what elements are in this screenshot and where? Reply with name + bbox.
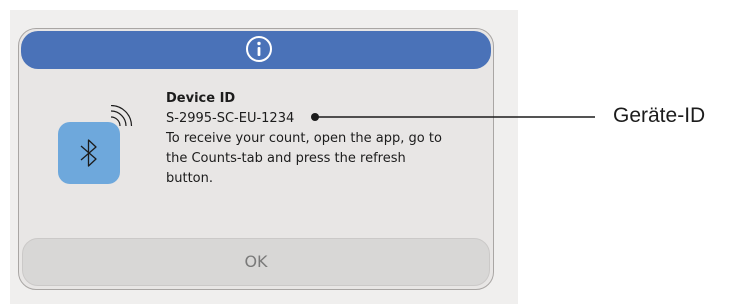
message-line-1: To receive your count, open the app, go … (166, 131, 442, 146)
screen: Device ID S-2995-SC-EU-1234 To receive y… (0, 0, 756, 304)
device-id-dialog: Device ID S-2995-SC-EU-1234 To receive y… (18, 28, 494, 290)
dialog-header (21, 31, 491, 69)
message-block: Device ID S-2995-SC-EU-1234 To receive y… (166, 89, 486, 189)
info-icon (246, 36, 272, 62)
bluetooth-icon (80, 139, 97, 167)
callout-label: Geräte-ID (613, 104, 706, 127)
ok-button[interactable]: OK (22, 238, 490, 286)
device-id-value: S-2995-SC-EU-1234 (166, 111, 295, 126)
bluetooth-tile (58, 122, 120, 184)
dialog-title: Device ID (166, 91, 236, 106)
message-line-2: the Counts-tab and press the refresh (166, 151, 406, 166)
message-line-3: button. (166, 171, 214, 186)
